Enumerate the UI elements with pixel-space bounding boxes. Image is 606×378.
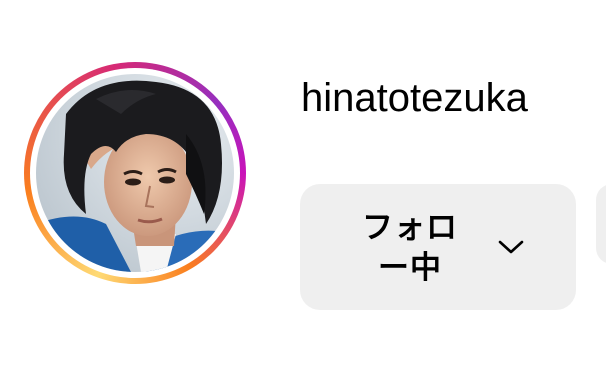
message-button[interactable] <box>596 184 606 264</box>
story-ring[interactable] <box>24 62 246 284</box>
profile-username: hinatotezuka <box>301 76 528 120</box>
avatar-photo-icon <box>36 74 234 272</box>
following-button-label: フォロ ー中 <box>350 208 470 288</box>
following-label-line-2: ー中 <box>378 250 442 286</box>
avatar-border <box>30 68 240 278</box>
chevron-down-icon <box>498 240 524 254</box>
following-label-line-1: フォロ <box>362 210 458 246</box>
avatar[interactable] <box>36 74 234 272</box>
following-button[interactable]: フォロ ー中 <box>300 184 576 310</box>
profile-header: hinatotezuka フォロ ー中 <box>0 0 606 378</box>
